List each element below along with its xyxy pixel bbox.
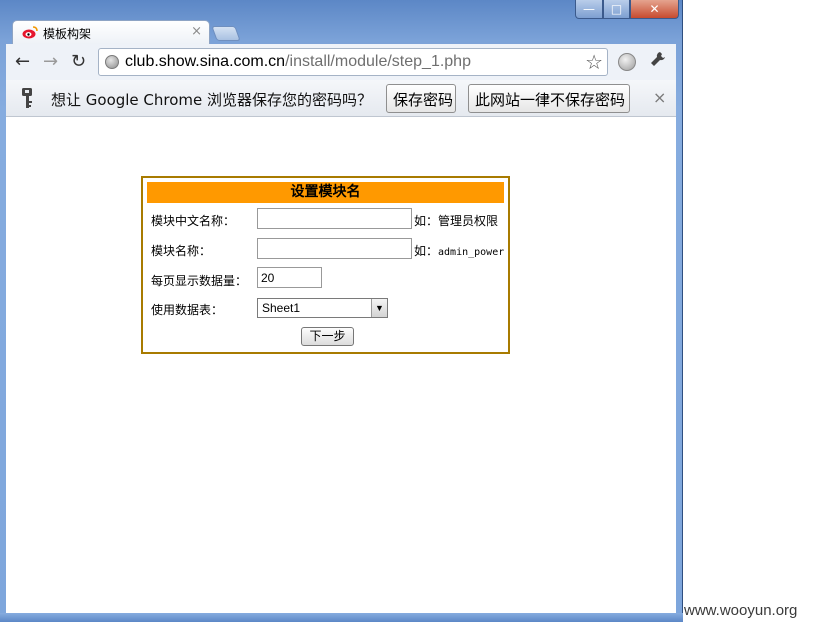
save-password-button[interactable]: 保存密码 — [386, 84, 456, 113]
close-icon: ✕ — [649, 2, 660, 16]
module-name-form: 设置模块名 模块中文名称： 如：管理员权限 模块名称： 如：admin_powe… — [141, 176, 510, 354]
browser-toolbar: ← → ↻ club.show.sina.com.cn/install/modu… — [6, 44, 676, 80]
back-arrow-icon[interactable]: ← — [15, 52, 30, 72]
url-host: club.show.sina.com.cn — [125, 53, 286, 70]
sina-weibo-icon — [22, 26, 38, 39]
module-name-hint-code: admin_power — [438, 247, 505, 258]
never-save-password-button[interactable]: 此网站一律不保存密码 — [468, 84, 630, 113]
module-name-hint-prefix: 如： — [414, 244, 439, 258]
next-step-button[interactable]: 下一步 — [301, 327, 354, 346]
data-table-selected: Sheet1 — [262, 301, 301, 315]
url-text: club.show.sina.com.cn/install/module/ste… — [125, 53, 471, 71]
module-name-input[interactable] — [257, 238, 412, 259]
close-window-button[interactable]: ✕ — [630, 0, 679, 19]
forward-arrow-icon[interactable]: → — [43, 52, 58, 72]
address-bar[interactable]: club.show.sina.com.cn/install/module/ste… — [98, 48, 608, 76]
tab-close-icon[interactable]: × — [191, 24, 202, 39]
chevron-down-icon[interactable]: ▼ — [371, 299, 387, 317]
tab-title: 模板构架 — [43, 27, 92, 41]
globe-icon — [105, 55, 119, 69]
bookmark-star-icon[interactable]: ☆ — [585, 50, 603, 74]
chinese-name-hint: 如：管理员权限 — [414, 214, 499, 228]
chinese-name-input[interactable] — [257, 208, 412, 229]
wrench-shape — [651, 52, 665, 66]
minimize-button[interactable]: — — [575, 0, 603, 19]
window-bottom-frame — [0, 613, 683, 622]
password-infobar: 想让 Google Chrome 浏览器保存您的密码吗？ 保存密码 此网站一律不… — [6, 80, 676, 117]
maximize-icon: □ — [610, 2, 623, 16]
minimize-icon: — — [583, 2, 595, 16]
tab-active[interactable]: 模板构架 × — [12, 20, 210, 44]
desktop-background — [683, 0, 819, 622]
page-size-label: 每页显示数据量： — [151, 274, 248, 288]
window-controls: — □ ✕ — [575, 0, 679, 20]
url-path: /install/module/step_1.php — [285, 53, 471, 70]
wrench-icon[interactable] — [649, 50, 667, 73]
data-table-select[interactable]: Sheet1 ▼ — [257, 298, 388, 318]
page-size-input[interactable] — [257, 267, 322, 288]
form-title: 设置模块名 — [147, 182, 504, 203]
reload-icon[interactable]: ↻ — [71, 52, 86, 72]
browser-window: — □ ✕ 模板构架 × ← → ↻ club.show.sina.com.cn… — [0, 0, 683, 622]
watermark-text: www.wooyun.org — [684, 602, 798, 619]
chinese-name-label: 模块中文名称： — [151, 214, 236, 228]
module-name-hint: 如：admin_power — [414, 242, 504, 259]
infobar-close-icon[interactable]: × — [653, 88, 666, 107]
maximize-button[interactable]: □ — [603, 0, 630, 19]
module-name-label: 模块名称： — [151, 244, 212, 258]
infobar-message: 想让 Google Chrome 浏览器保存您的密码吗？ — [51, 91, 373, 109]
new-tab-button[interactable] — [211, 26, 241, 41]
page-menu-icon[interactable] — [618, 53, 636, 71]
key-icon — [22, 88, 32, 108]
data-table-label: 使用数据表： — [151, 303, 224, 317]
